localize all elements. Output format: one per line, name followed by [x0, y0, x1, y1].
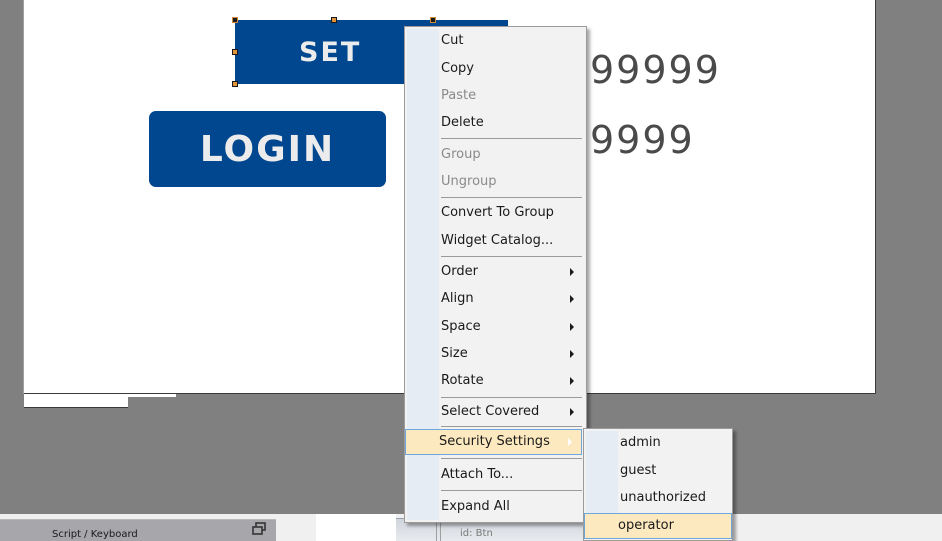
submenu-item-unauthorized[interactable]: unauthorized — [586, 485, 730, 511]
menu-separator — [441, 458, 582, 459]
menu-item-label: Select Covered — [441, 404, 540, 419]
menu-item-select-covered[interactable]: Select Covered — [407, 399, 584, 425]
menu-item-label: Rotate — [441, 373, 484, 388]
submenu-arrow-icon — [570, 268, 574, 276]
menu-item-attach-to[interactable]: Attach To... — [407, 462, 584, 488]
menu-item-security-settings[interactable]: Security Settings — [405, 429, 582, 455]
submenu-arrow-icon — [570, 295, 574, 303]
menu-item-label: Expand All — [441, 499, 510, 514]
menu-item-label: Space — [441, 319, 481, 334]
divider — [440, 520, 441, 541]
menu-separator — [441, 426, 582, 427]
menu-item-label: Cut — [441, 33, 464, 48]
menu-separator — [441, 138, 582, 139]
menu-item-label: Delete — [441, 115, 484, 130]
menu-item-label: Security Settings — [439, 434, 550, 449]
submenu-arrow-icon — [570, 408, 574, 416]
selection-handle-top-middle[interactable] — [331, 17, 337, 23]
menu-item-convert-to-group[interactable]: Convert To Group — [407, 200, 584, 226]
submenu-item-label: operator — [618, 518, 674, 533]
menu-item-expand-all[interactable]: Expand All — [407, 494, 584, 520]
menu-item-label: Order — [441, 264, 478, 279]
menu-separator — [441, 197, 582, 198]
menu-item-size[interactable]: Size — [407, 341, 584, 367]
menu-item-group[interactable]: Group — [407, 142, 584, 168]
submenu-item-label: unauthorized — [620, 490, 707, 505]
security-settings-submenu: admin guest unauthorized operator — [583, 428, 733, 541]
login-button-widget[interactable]: LOGIN — [149, 111, 386, 187]
menu-item-label: Paste — [441, 88, 477, 103]
selection-handle-top-left[interactable] — [232, 17, 238, 23]
menu-item-delete[interactable]: Delete — [407, 110, 584, 136]
set-button-label: SET — [299, 36, 362, 68]
script-keyboard-panel-header[interactable]: Script / Keyboard — [0, 519, 276, 541]
divider — [436, 520, 437, 541]
menu-item-space[interactable]: Space — [407, 314, 584, 340]
submenu-item-admin[interactable]: admin — [586, 430, 730, 456]
submenu-item-operator[interactable]: operator — [584, 513, 732, 539]
submenu-item-guest[interactable]: guest — [586, 458, 730, 484]
menu-item-label: Group — [441, 147, 481, 162]
restore-window-icon[interactable] — [252, 522, 266, 535]
submenu-arrow-icon — [568, 438, 572, 446]
menu-item-label: Size — [441, 346, 468, 361]
login-button-label: LOGIN — [199, 128, 336, 170]
script-panel-title: Script / Keyboard — [52, 529, 138, 540]
selection-handle-middle-left[interactable] — [232, 49, 238, 55]
value-display-1[interactable]: 99999 — [590, 48, 721, 92]
context-menu: Cut Copy Paste Delete Group Ungroup Conv… — [404, 26, 587, 523]
menu-item-copy[interactable]: Copy — [407, 56, 584, 82]
selection-handle-top-right[interactable] — [430, 17, 436, 23]
menu-item-label: Align — [441, 291, 474, 306]
selection-handle-bottom-left[interactable] — [232, 81, 238, 87]
submenu-arrow-icon — [570, 377, 574, 385]
properties-id-text: id: Btn — [460, 528, 493, 539]
menu-item-order[interactable]: Order — [407, 259, 584, 285]
submenu-item-label: guest — [620, 463, 657, 478]
menu-item-label: Ungroup — [441, 174, 497, 189]
menu-separator — [441, 256, 582, 257]
submenu-item-label: admin — [620, 435, 661, 450]
submenu-arrow-icon — [570, 323, 574, 331]
menu-item-label: Widget Catalog... — [441, 233, 554, 248]
menu-item-cut[interactable]: Cut — [407, 28, 584, 54]
panel-white-area — [316, 514, 396, 541]
menu-item-paste[interactable]: Paste — [407, 83, 584, 109]
menu-item-align[interactable]: Align — [407, 286, 584, 312]
menu-item-label: Attach To... — [441, 467, 514, 482]
canvas-extension-strip — [128, 394, 176, 397]
menu-separator — [441, 490, 582, 491]
menu-item-widget-catalog[interactable]: Widget Catalog... — [407, 228, 584, 254]
value-display-2[interactable]: 9999 — [590, 118, 695, 162]
menu-item-label: Convert To Group — [441, 205, 554, 220]
menu-item-label: Copy — [441, 61, 474, 76]
menu-item-ungroup[interactable]: Ungroup — [407, 169, 584, 195]
canvas-extension — [24, 394, 128, 408]
submenu-arrow-icon — [570, 350, 574, 358]
menu-item-rotate[interactable]: Rotate — [407, 368, 584, 394]
menu-separator — [441, 397, 582, 398]
